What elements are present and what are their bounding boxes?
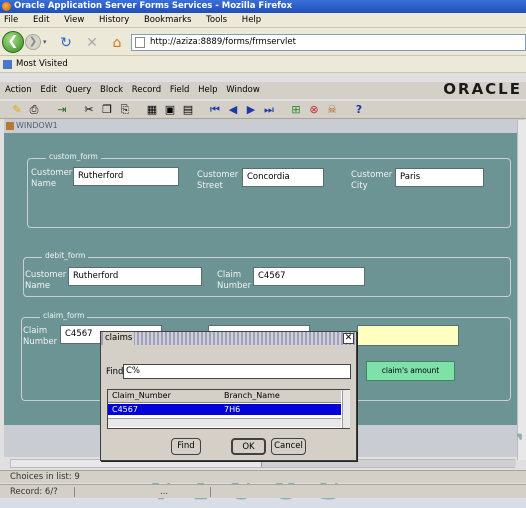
lov-list: Claim_Number Branch_Name C4567 7H6 xyxy=(107,389,350,429)
menu-view[interactable]: View xyxy=(64,15,84,25)
status-bar-message: Choices in list: 9 xyxy=(0,470,526,483)
forward-button[interactable]: ❯ xyxy=(25,34,41,50)
claim-amount-field[interactable] xyxy=(357,325,459,346)
bookmark-icon xyxy=(3,60,12,69)
forms-menu-field[interactable]: Field xyxy=(170,85,190,95)
debit-name-field[interactable]: Rutherford xyxy=(68,267,202,286)
enter-query-icon[interactable]: ▦ xyxy=(145,103,159,117)
debit-form-title: debit_form xyxy=(42,251,89,260)
cancel-button[interactable]: Cancel xyxy=(271,438,306,455)
custom-street-field[interactable]: Concordia xyxy=(242,168,324,187)
custom-city-field[interactable]: Paris xyxy=(395,168,484,187)
oracle-logo: ORACLE xyxy=(443,80,522,98)
forms-menu-record[interactable]: Record xyxy=(132,85,161,95)
window-icon xyxy=(6,122,14,130)
page-icon xyxy=(135,37,145,48)
browser-title-bar: Oracle Application Server Forms Services… xyxy=(0,0,526,13)
claim-number-label: Claim Number xyxy=(23,326,58,347)
browser-menu-bar: File Edit View History Bookmarks Tools H… xyxy=(0,13,526,28)
url-bar[interactable]: http://aziza:8889/forms/frmservlet xyxy=(131,34,526,51)
status-ellipsis: ... xyxy=(160,487,169,497)
custom-street-label: Customer Street xyxy=(197,170,239,191)
first-record-icon[interactable]: ⏮ xyxy=(208,103,222,117)
row-branch-name: 7H6 xyxy=(224,405,241,414)
debit-claim-label: Claim Number xyxy=(217,270,252,291)
find-label: Find xyxy=(106,367,124,377)
print-icon[interactable]: ⎙ xyxy=(27,103,41,117)
custom-city-label: Customer City xyxy=(351,170,393,191)
firefox-icon xyxy=(2,2,11,11)
bookmark-most-visited[interactable]: Most Visited xyxy=(16,59,68,69)
custom-name-field[interactable]: Rutherford xyxy=(73,167,179,186)
menu-bookmarks[interactable]: Bookmarks xyxy=(144,15,192,25)
forms-menu-help[interactable]: Help xyxy=(198,85,217,95)
insert-record-icon[interactable]: ⊞ xyxy=(289,103,303,117)
delete-record-icon[interactable]: ⊗ xyxy=(307,103,321,117)
lov-title-bar: claims ✕ xyxy=(101,332,356,345)
previous-record-icon[interactable]: ◀ xyxy=(226,103,240,117)
debit-claim-field[interactable]: C4567 xyxy=(253,267,365,286)
menu-edit[interactable]: Edit xyxy=(33,15,49,25)
claims-amount-button[interactable]: claim's amount xyxy=(366,361,455,381)
find-input[interactable]: C% xyxy=(123,364,351,379)
help-icon[interactable]: ? xyxy=(352,103,366,117)
claims-lov-dialog: claims ✕ Find C% Claim_Number Branch_Nam… xyxy=(100,331,357,461)
reload-icon[interactable]: ↻ xyxy=(58,35,74,51)
choices-count: Choices in list: 9 xyxy=(10,472,80,482)
stop-icon[interactable]: ✕ xyxy=(84,35,100,51)
menu-history[interactable]: History xyxy=(99,15,129,25)
window-title: WINDOW1 xyxy=(16,121,58,130)
forms-menu-block[interactable]: Block xyxy=(100,85,123,95)
lov-list-header: Claim_Number Branch_Name xyxy=(108,390,341,403)
lov-vertical-scrollbar[interactable] xyxy=(342,390,350,428)
forms-menu-edit[interactable]: Edit xyxy=(40,85,56,95)
bookmarks-toolbar: Most Visited xyxy=(0,56,526,73)
history-dropdown-icon[interactable]: ▾ xyxy=(43,38,47,46)
url-text: http://aziza:8889/forms/frmservlet xyxy=(150,37,296,47)
cancel-query-icon[interactable]: ▤ xyxy=(181,103,195,117)
forms-toolbar: ✎ ⎙ ⇥ ✂ ❐ ⎘ ▦ ▣ ▤ ⏮ ◀ ▶ ⏭ ⊞ ⊗ ☠ ? xyxy=(0,101,526,119)
forms-menu-window[interactable]: Window xyxy=(226,85,260,95)
menu-help[interactable]: Help xyxy=(242,15,261,25)
ok-button[interactable]: OK xyxy=(231,438,266,455)
copy-icon[interactable]: ❐ xyxy=(100,103,114,117)
scroll-thumb[interactable] xyxy=(261,460,516,467)
save-icon[interactable]: ✎ xyxy=(10,103,24,117)
row-claim-number: C4567 xyxy=(112,405,138,414)
next-record-icon[interactable]: ▶ xyxy=(244,103,258,117)
lock-record-icon[interactable]: ☠ xyxy=(325,103,339,117)
menu-file[interactable]: File xyxy=(4,15,18,25)
paste-icon[interactable]: ⎘ xyxy=(118,103,132,117)
record-indicator: Record: 6/? xyxy=(10,487,58,497)
status-bar-record: Record: 6/? ... xyxy=(0,484,526,498)
status-separator xyxy=(74,487,75,497)
claim-form-title: claim_form xyxy=(40,311,88,320)
navigation-toolbar: ❮ ❯ ▾ ↻ ✕ ⌂ http://aziza:8889/forms/frms… xyxy=(0,28,526,56)
menu-tools[interactable]: Tools xyxy=(206,15,227,25)
status-separator xyxy=(210,487,211,497)
debit-name-label: Customer Name xyxy=(25,270,67,291)
lov-horizontal-scrollbar[interactable] xyxy=(108,418,341,427)
browser-title: Oracle Application Server Forms Services… xyxy=(14,1,293,11)
lov-row[interactable]: C4567 7H6 xyxy=(108,404,341,415)
find-button[interactable]: Find xyxy=(171,438,201,455)
column-claim-number[interactable]: Claim_Number xyxy=(112,390,171,402)
back-button[interactable]: ❮ xyxy=(2,31,24,53)
column-branch-name[interactable]: Branch_Name xyxy=(224,390,280,402)
last-record-icon[interactable]: ⏭ xyxy=(262,103,276,117)
custom-form-title: custom_form xyxy=(46,152,101,161)
exit-icon[interactable]: ⇥ xyxy=(55,103,69,117)
home-icon[interactable]: ⌂ xyxy=(109,35,125,51)
close-icon[interactable]: ✕ xyxy=(343,333,354,344)
window-title-bar: WINDOW1 xyxy=(4,119,524,133)
forms-menu-action[interactable]: Action xyxy=(5,85,32,95)
forms-menu-query[interactable]: Query xyxy=(66,85,92,95)
custom-name-label: Customer Name xyxy=(31,168,73,189)
cut-icon[interactable]: ✂ xyxy=(82,103,96,117)
lov-title: claims xyxy=(103,332,135,345)
execute-query-icon[interactable]: ▣ xyxy=(163,103,177,117)
vertical-scrollbar[interactable] xyxy=(517,120,526,460)
